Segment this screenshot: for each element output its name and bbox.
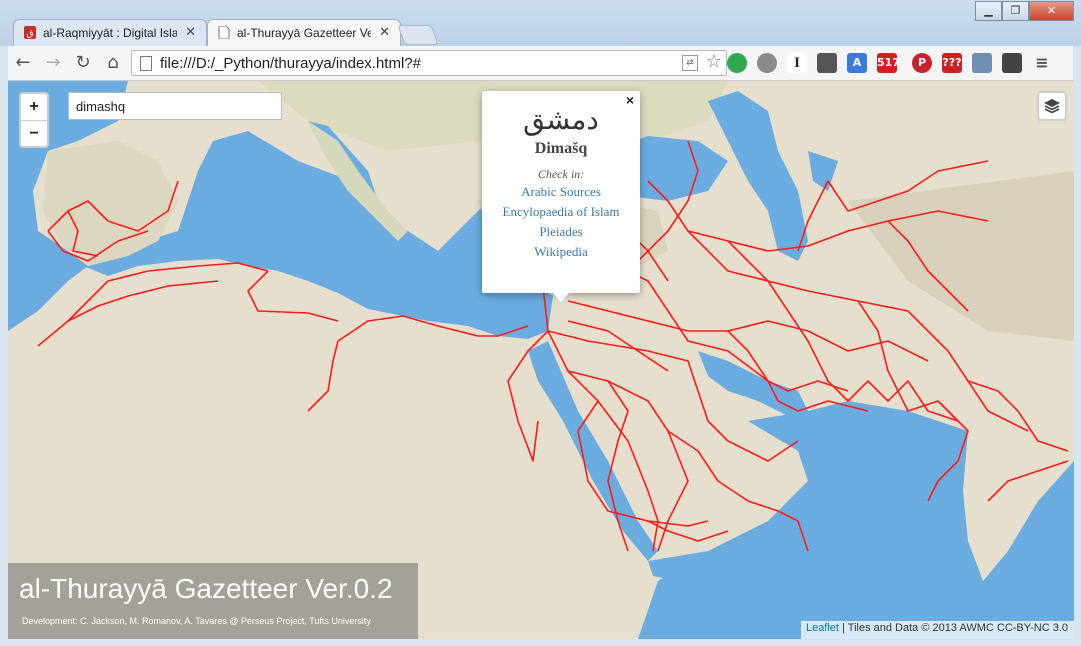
place-name-arabic: دمشق [523, 103, 599, 136]
leaflet-link[interactable]: Leaflet [806, 622, 839, 634]
map-canvas[interactable]: + − × دمشق Dimašq Check in: Arabic Sourc… [8, 81, 1074, 639]
pinterest-icon[interactable]: P [912, 53, 932, 73]
browser-toolbar: ← → ↻ ⌂ ⇄ ☆ I A 517 P??? ≡ [8, 46, 1073, 81]
forward-arrow-icon[interactable]: → [42, 52, 64, 74]
tab-raqmiyyat[interactable]: ق al-Raqmiyyāt : Digital Islamic Humanit… [13, 19, 207, 46]
svg-text:ق: ق [27, 29, 34, 39]
place-popup: × دمشق Dimašq Check in: Arabic Sources E… [482, 91, 640, 302]
tab-title: al-Thurayyā Gazetteer Ver.0.2 [237, 26, 371, 40]
instapaper-icon[interactable]: I [787, 53, 807, 73]
popup-tip [552, 292, 570, 302]
reload-icon[interactable]: ↻ [72, 52, 94, 74]
bookmark-badge-icon[interactable]: 517 [877, 53, 900, 73]
page-icon [140, 56, 152, 71]
link-encyclopaedia-of-islam[interactable]: Encylopaedia of Islam [482, 202, 640, 222]
home-icon[interactable]: ⌂ [102, 52, 124, 74]
badge-icon[interactable]: ??? [942, 53, 962, 73]
translate-page-icon[interactable]: ⇄ [682, 55, 698, 71]
layers-control-button[interactable] [1037, 91, 1067, 121]
address-bar[interactable]: ⇄ ☆ [131, 50, 727, 76]
attribution-text: | Tiles and Data © 2013 AWMC CC-BY-NC 3.… [838, 622, 1068, 634]
evernote-icon[interactable] [1002, 53, 1022, 73]
gazetteer-title: al-Thurayyā Gazetteer Ver.0.2 [19, 573, 393, 604]
page-favicon-icon [218, 26, 230, 39]
layers-icon [1044, 99, 1060, 114]
zoom-control: + − [19, 92, 49, 148]
link-wikipedia[interactable]: Wikipedia [482, 242, 640, 262]
zoom-in-button[interactable]: + [21, 94, 47, 121]
minimize-button[interactable]: ▁ [975, 1, 1002, 21]
translate-icon[interactable]: A [847, 53, 867, 73]
tab-thurayya[interactable]: al-Thurayyā Gazetteer Ver.0.2 ✕ [207, 19, 401, 46]
close-window-button[interactable]: ✕ [1029, 1, 1074, 21]
place-search-input[interactable] [68, 92, 282, 120]
popup-close-icon[interactable]: × [626, 92, 634, 108]
check-in-label: Check in: [537, 167, 585, 181]
development-credits: Development: C. Jackson, M. Romanov, A. … [22, 616, 371, 626]
tab-title: al-Raqmiyyāt : Digital Islamic Humanitie… [43, 26, 177, 40]
link-arabic-sources[interactable]: Arabic Sources [482, 182, 640, 202]
evernote-green-icon[interactable] [727, 53, 747, 73]
new-tab-button[interactable] [397, 25, 439, 45]
maximize-button[interactable]: ❐ [1002, 1, 1029, 21]
back-arrow-icon[interactable]: ← [12, 52, 34, 74]
browser-window: ق al-Raqmiyyāt : Digital Islamic Humanit… [0, 0, 1081, 646]
pocket-icon[interactable] [817, 53, 837, 73]
power-icon[interactable] [757, 53, 777, 73]
tab-close-icon[interactable]: ✕ [185, 24, 196, 40]
tab-close-icon[interactable]: ✕ [379, 24, 390, 40]
menu-icon[interactable]: ≡ [1032, 53, 1052, 73]
gazetteer-title-box: al-Thurayyā Gazetteer Ver.0.2 Developmen… [8, 563, 418, 639]
url-input[interactable] [158, 54, 682, 73]
bookmark-star-icon[interactable]: ☆ [706, 51, 722, 72]
tab-strip: ق al-Raqmiyyāt : Digital Islamic Humanit… [0, 0, 1081, 46]
zoom-out-button[interactable]: − [21, 121, 47, 147]
place-name-latin: Dimašq [534, 140, 588, 157]
link-pleiades[interactable]: Pleiades [482, 222, 640, 242]
book-icon[interactable] [972, 53, 992, 73]
map-attribution: Leaflet | Tiles and Data © 2013 AWMC CC-… [800, 621, 1074, 639]
raqmiyyat-favicon-icon: ق [24, 26, 36, 39]
